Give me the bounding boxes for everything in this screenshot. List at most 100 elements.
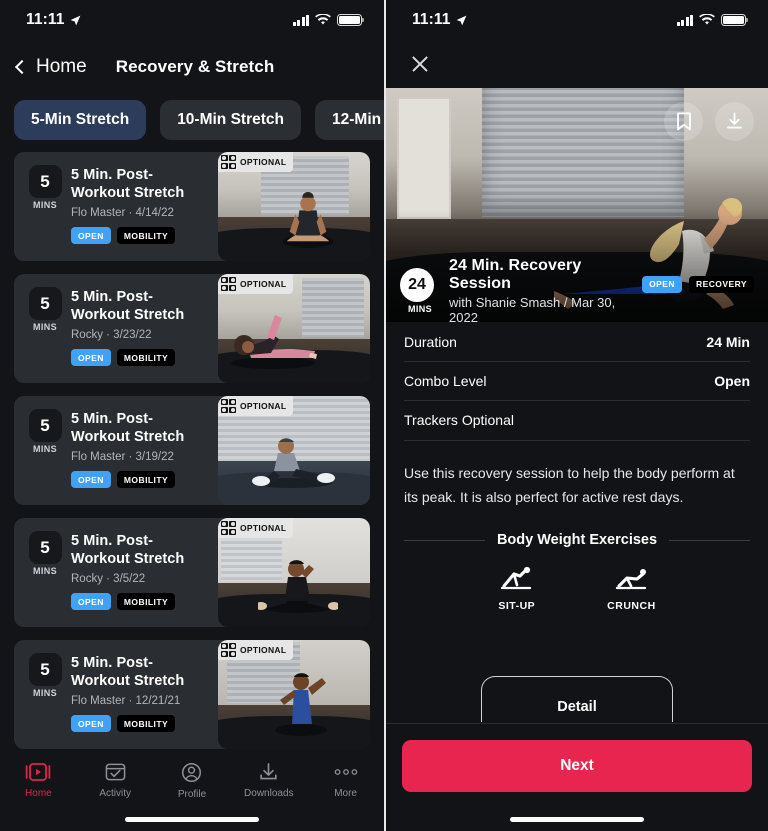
download-button[interactable] (715, 102, 754, 141)
duration-minutes: 5 (28, 531, 62, 564)
workout-tags: OPEN MOBILITY (71, 227, 362, 245)
tab-home-label: Home (25, 788, 52, 799)
workout-card-info: 5 MINS 5 Min. Post-Workout Stretch Rocky… (14, 274, 370, 383)
cellular-signal-icon (676, 14, 693, 26)
workout-card[interactable]: OPTIONAL 5 MINS 5 Min. Post-Workout Stre… (14, 274, 370, 383)
tab-more[interactable]: More (307, 762, 384, 799)
hero-video-preview[interactable]: 24 MINS 24 Min. Recovery Session with Sh… (386, 88, 768, 322)
exercise-label: SIT-UP (498, 600, 536, 613)
hero-duration-badge: 24 MINS (400, 268, 440, 314)
exercise-list: SIT-UP CRUNCH (386, 548, 768, 612)
filter-chip-12min[interactable]: 12-Min (315, 100, 384, 140)
detail-tab[interactable]: Detail (481, 676, 673, 722)
next-button[interactable]: Next (402, 740, 752, 792)
tab-home[interactable]: Home (0, 762, 77, 799)
workout-subtitle: Rocky · 3/23/22 (71, 329, 152, 342)
crunch-icon (616, 569, 647, 590)
tab-more-label: More (334, 788, 357, 799)
detail-row-key: Trackers Optional (404, 412, 514, 429)
status-bar-left: 11:11 (0, 0, 384, 40)
workout-card-info: 5 MINS 5 Min. Post-Workout Stretch Rocky… (14, 518, 370, 627)
tab-downloads[interactable]: Downloads (230, 762, 307, 799)
detail-row-value: 24 Min (706, 334, 750, 351)
tag-kind: MOBILITY (116, 715, 176, 733)
battery-full-icon (721, 14, 749, 26)
ellipsis-icon (334, 769, 357, 775)
back-button[interactable]: Home (14, 56, 87, 78)
tag-level: OPEN (71, 471, 111, 489)
duration-badge: 5 MINS (26, 653, 64, 698)
workout-subtitle: Flo Master · 3/19/22 (71, 451, 174, 464)
duration-unit: MINS (32, 200, 58, 210)
battery-full-icon (337, 14, 365, 26)
right-phone-screen: 11:11 24 MINS 24 Min. Recovery Session w… (384, 0, 768, 831)
wifi-icon (315, 14, 331, 25)
hero-title: 24 Min. Recovery Session (449, 257, 582, 292)
workout-title: 5 Min. Post-Workout Stretch (71, 533, 185, 568)
workout-title: 5 Min. Post-Workout Stretch (71, 289, 185, 324)
status-bar-right: 11:11 (386, 0, 768, 40)
filter-chip-row[interactable]: 5-Min Stretch 10-Min Stretch 12-Min (0, 93, 384, 140)
bookmark-icon (676, 112, 691, 131)
workout-card[interactable]: OPTIONAL 5 MINS 5 Min. Post-Workout Stre… (14, 518, 370, 627)
close-row (386, 40, 768, 88)
workout-subtitle: Rocky · 3/5/22 (71, 573, 146, 586)
checkmark-calendar-icon (105, 763, 126, 781)
tag-kind: MOBILITY (116, 227, 176, 245)
divider-right (669, 539, 751, 541)
workout-card[interactable]: OPTIONAL 5 MINS 5 Min. Post-Workout Stre… (14, 152, 370, 261)
bottom-action-bar: Next (386, 723, 768, 831)
divider-left (404, 539, 485, 541)
filter-chip-5min[interactable]: 5-Min Stretch (14, 100, 147, 140)
status-time-text-left: 11:11 (26, 11, 65, 28)
duration-badge: 5 MINS (26, 165, 64, 210)
body-weight-exercises-header: Body Weight Exercises (386, 510, 768, 548)
tab-profile-label: Downloads (244, 788, 294, 799)
location-arrow-icon (457, 15, 467, 25)
bottom-tab-bar: Home Activity Profile Downloads More (0, 753, 384, 831)
home-indicator-left[interactable] (125, 817, 259, 822)
hero-tag-kind: RECOVERY (689, 275, 754, 293)
workout-card[interactable]: OPTIONAL 5 MINS 5 Min. Post-Workout Stre… (14, 396, 370, 505)
duration-badge: 5 MINS (26, 287, 64, 332)
session-description: Use this recovery session to help the bo… (404, 464, 735, 506)
status-indicators-left (292, 14, 365, 26)
home-indicator-right[interactable] (510, 817, 644, 822)
detail-rows: Duration 24 Min Combo Level Open Tracker… (386, 322, 768, 441)
cellular-signal-icon (292, 14, 309, 26)
tab-profile[interactable]: Profile (154, 762, 231, 800)
workout-title: 5 Min. Post-Workout Stretch (71, 655, 185, 690)
workout-list: OPTIONAL 5 MINS 5 Min. Post-Workout Stre… (0, 140, 384, 749)
hero-duration-unit: MINS (407, 304, 433, 314)
hero-meta-overlay: 24 MINS 24 Min. Recovery Session with Sh… (386, 257, 768, 322)
workout-card-info: 5 MINS 5 Min. Post-Workout Stretch Flo M… (14, 640, 370, 749)
hero-duration-minutes: 24 (400, 268, 434, 302)
hero-tags: OPEN RECOVERY (642, 275, 754, 293)
detail-row-key: Duration (404, 334, 457, 351)
play-home-icon (26, 763, 51, 781)
download-icon (727, 112, 742, 129)
workout-tags: OPEN MOBILITY (71, 593, 362, 611)
exercise-label: CRUNCH (607, 600, 656, 613)
detail-row-combo-level: Combo Level Open (404, 362, 750, 401)
exercise-sit-up[interactable]: SIT-UP (498, 566, 535, 612)
bookmark-button[interactable] (664, 102, 703, 141)
duration-minutes: 5 (28, 409, 62, 442)
workout-card[interactable]: OPTIONAL 5 MINS 5 Min. Post-Workout Stre… (14, 640, 370, 749)
workout-tags: OPEN MOBILITY (71, 349, 362, 367)
page-title: Recovery & Stretch (115, 56, 275, 76)
duration-minutes: 5 (28, 287, 62, 320)
tag-kind: MOBILITY (116, 593, 176, 611)
download-arrow-icon (260, 763, 277, 780)
duration-minutes: 5 (28, 165, 62, 198)
status-time-left: 11:11 (26, 11, 82, 29)
close-x-icon[interactable] (410, 54, 430, 74)
duration-unit: MINS (32, 322, 58, 332)
tab-activity[interactable]: Activity (77, 762, 154, 799)
exercise-crunch[interactable]: CRUNCH (607, 566, 656, 612)
filter-chip-10min[interactable]: 10-Min Stretch (160, 100, 301, 140)
hero-title-block: 24 Min. Recovery Session with Shanie Sma… (449, 257, 642, 322)
sit-up-icon (500, 567, 531, 590)
workout-tags: OPEN MOBILITY (71, 471, 362, 489)
hero-action-buttons (664, 102, 754, 141)
